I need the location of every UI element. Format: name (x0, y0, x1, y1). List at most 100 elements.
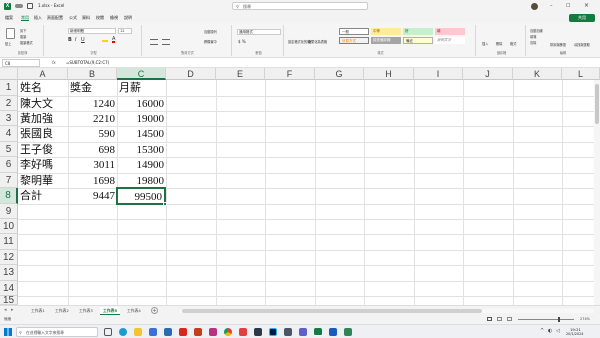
column-header-b[interactable]: B (68, 68, 117, 80)
format-cells-button[interactable]: 格式 (510, 41, 516, 46)
cut-button[interactable]: 剪下 (20, 28, 26, 33)
column-header-d[interactable]: D (166, 68, 216, 80)
cell-b3[interactable]: 2210 (68, 111, 117, 127)
insert-cells-button[interactable]: 插入 (482, 41, 488, 46)
paste-icon[interactable] (6, 28, 15, 39)
minimize-icon[interactable]: – (550, 3, 553, 9)
cell-c5[interactable]: 15300 (117, 142, 166, 158)
sheet-tab[interactable]: 工作表3 (76, 307, 96, 315)
cell-b1[interactable]: 獎金 (70, 80, 116, 96)
hscroll-thumb[interactable] (182, 309, 482, 313)
cell-b4[interactable]: 590 (68, 126, 117, 142)
clear-button[interactable]: 清除 (530, 40, 536, 45)
column-header-a[interactable]: A (18, 68, 68, 80)
close-icon[interactable]: × (584, 2, 589, 9)
menu-view[interactable]: 檢視 (110, 15, 118, 21)
menu-data[interactable]: 資料 (82, 15, 90, 21)
cell-a5[interactable]: 王子俊 (20, 142, 67, 158)
wrap-text-button[interactable]: 自動換列 (204, 29, 217, 34)
zoom-level[interactable]: 274% (580, 317, 590, 321)
word-icon[interactable] (329, 328, 337, 336)
copy-button[interactable]: 複製 (20, 34, 26, 39)
autosave-toggle[interactable] (15, 4, 23, 8)
scroll-thumb[interactable] (595, 84, 599, 124)
merge-center-button[interactable]: 跨欄置中 (204, 39, 217, 44)
share-button[interactable]: 共用 (569, 14, 595, 22)
cell-a6[interactable]: 李好嗎 (20, 157, 67, 173)
column-header-e[interactable]: E (216, 68, 265, 80)
column-header-l[interactable]: L (562, 68, 600, 80)
italic-button[interactable]: I (75, 37, 76, 43)
font-color-icon[interactable]: A (112, 37, 116, 43)
underline-button[interactable]: U (81, 37, 85, 43)
search-box[interactable]: ⚲ 搜尋 (232, 2, 368, 10)
column-header-f[interactable]: F (265, 68, 315, 80)
row-header[interactable]: 15 (0, 296, 18, 305)
column-header-h[interactable]: H (364, 68, 414, 80)
style-explain[interactable]: 說明文字 (435, 37, 465, 44)
row-header[interactable]: 4 (0, 126, 18, 142)
row-header[interactable]: 6 (0, 157, 18, 173)
format-as-table-button[interactable]: 格式化為表格 (308, 39, 327, 44)
cell-a2[interactable]: 陳大文 (20, 96, 67, 112)
autosum-button[interactable]: 自動加總 (530, 28, 543, 33)
page-break-view-icon[interactable] (507, 317, 512, 321)
cell-a7[interactable]: 黎明華 (20, 173, 67, 189)
row-header[interactable]: 1 (0, 80, 18, 96)
cell-c2[interactable]: 16000 (117, 96, 166, 112)
fill-color-icon[interactable] (102, 38, 108, 42)
row-header[interactable]: 8 (0, 188, 18, 204)
mail-icon[interactable] (164, 328, 172, 336)
align-left-icon[interactable] (150, 39, 158, 45)
cell-b6[interactable]: 3011 (68, 157, 117, 173)
save-icon[interactable] (27, 3, 33, 9)
menu-home[interactable]: 常用 (21, 15, 29, 21)
sheet-tab[interactable]: 工作表2 (52, 307, 72, 315)
cell-b7[interactable]: 1698 (68, 173, 117, 189)
menu-formulas[interactable]: 公式 (69, 15, 77, 21)
cell-c8-selected[interactable]: 99500 (116, 187, 166, 205)
find-select-button[interactable]: 尋找與選取 (574, 42, 590, 47)
app-icon[interactable] (209, 328, 217, 336)
edge-icon[interactable] (119, 328, 127, 336)
menu-page-layout[interactable]: 頁面配置 (47, 15, 63, 21)
row-header[interactable]: 5 (0, 142, 18, 157)
formula-input[interactable]: =SUBTOTAL(9,C2:C7) (66, 60, 109, 65)
sheet-tab[interactable]: 工作表1 (28, 307, 48, 315)
number-format-select[interactable]: 通用格式 (237, 29, 281, 35)
menu-insert[interactable]: 插入 (34, 15, 42, 21)
chrome-icon[interactable] (224, 328, 232, 336)
style-neutral[interactable]: 中等 (371, 28, 401, 35)
photoshop-icon[interactable] (269, 328, 277, 336)
teams-icon[interactable] (299, 328, 307, 336)
column-header-k[interactable]: K (513, 68, 562, 80)
cell-a4[interactable]: 張國良 (20, 126, 67, 142)
cell-c4[interactable]: 14500 (117, 126, 166, 142)
restore-icon[interactable]: ☐ (566, 3, 570, 9)
cell-a1[interactable]: 姓名 (20, 80, 67, 96)
row-header[interactable]: 13 (0, 265, 18, 281)
column-header-j[interactable]: J (463, 68, 513, 80)
style-calc[interactable]: 計算方式 (339, 37, 369, 44)
zoom-slider[interactable] (518, 317, 574, 322)
add-sheet-icon[interactable]: + (151, 307, 158, 314)
style-normal[interactable]: 一般 (339, 28, 369, 35)
app-icon[interactable] (344, 328, 352, 336)
bold-button[interactable]: B (68, 37, 72, 43)
cell-a3[interactable]: 黃加強 (20, 111, 67, 127)
style-bad[interactable]: 壞 (435, 28, 465, 35)
row-header[interactable]: 2 (0, 96, 18, 111)
menu-review[interactable]: 校閱 (96, 15, 104, 21)
app-icon[interactable] (254, 328, 262, 336)
normal-view-icon[interactable] (487, 317, 492, 321)
powerpoint-icon[interactable] (194, 328, 202, 336)
sort-filter-button[interactable]: 排序與篩選 (550, 42, 566, 47)
vertical-scrollbar[interactable] (594, 80, 600, 305)
fill-button[interactable]: 填滿 (530, 34, 536, 39)
cell-a8[interactable]: 合計 (20, 188, 67, 204)
align-center-icon[interactable] (162, 39, 170, 45)
row-header[interactable]: 12 (0, 250, 18, 265)
sheet-tab-active[interactable]: 工作表5 (100, 307, 121, 315)
select-all-corner[interactable] (0, 68, 18, 80)
network-icon[interactable]: ◐ (548, 328, 552, 334)
